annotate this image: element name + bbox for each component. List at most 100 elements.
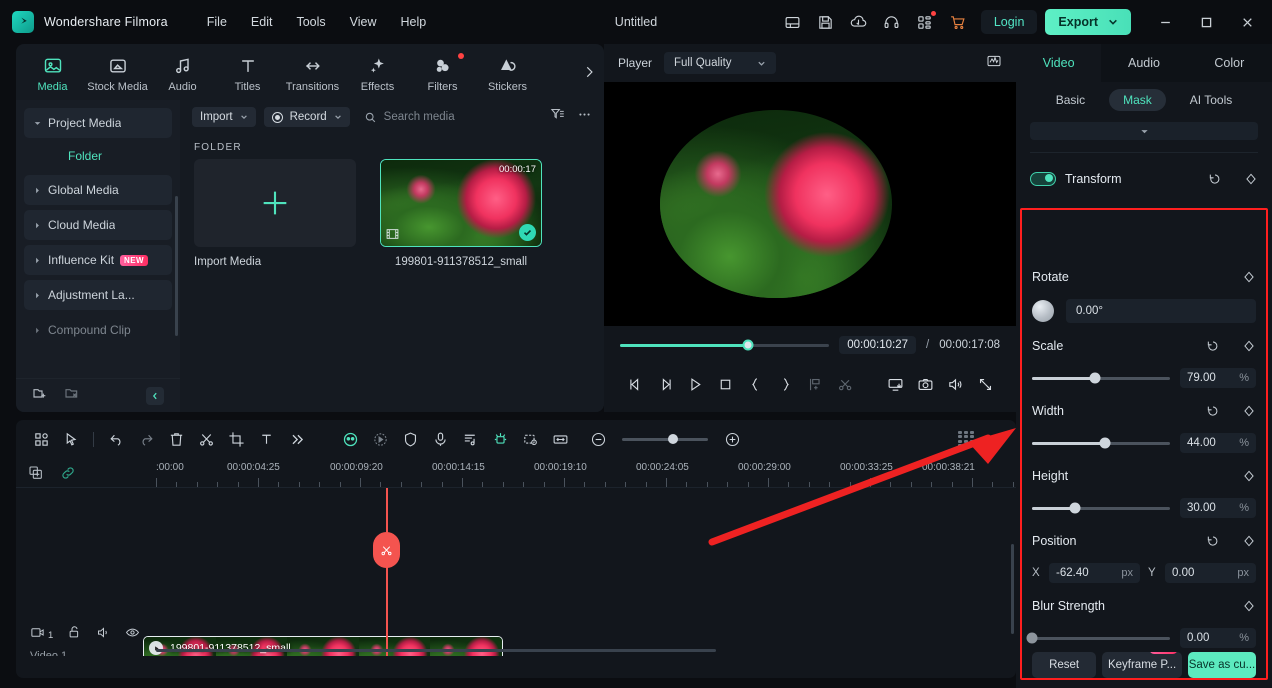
keyframe-diamond-icon[interactable]: [1242, 534, 1256, 548]
green-screen-button[interactable]: [485, 425, 515, 453]
timeline-horizontal-scrollbar[interactable]: [156, 649, 716, 652]
blur-strength-slider[interactable]: [1026, 632, 1170, 644]
motion-tracking-button[interactable]: [365, 425, 395, 453]
subtab-ai-tools[interactable]: AI Tools: [1176, 89, 1246, 111]
sidebar-item-adjustment-layer[interactable]: Adjustment La...: [24, 280, 172, 310]
playhead[interactable]: [373, 488, 400, 656]
position-y-field[interactable]: 0.00 px: [1165, 563, 1256, 583]
mute-icon[interactable]: [96, 625, 111, 645]
minimize-button[interactable]: [1146, 2, 1184, 42]
reset-icon[interactable]: [1206, 534, 1220, 548]
width-value-field[interactable]: 44.00 %: [1180, 433, 1256, 453]
media-clip-cell[interactable]: 00:00:17 199801-911378512_small: [380, 159, 542, 268]
prev-frame-button[interactable]: [620, 369, 650, 399]
import-media-cell[interactable]: Import Media: [194, 159, 356, 268]
tab-titles[interactable]: Titles: [215, 51, 280, 93]
eye-icon[interactable]: [125, 625, 140, 645]
split-button[interactable]: [191, 425, 221, 453]
quality-select[interactable]: Full Quality: [664, 52, 777, 74]
render-options-button[interactable]: [976, 425, 1006, 453]
mask-button[interactable]: [395, 425, 425, 453]
zoom-handle[interactable]: [667, 434, 678, 444]
timeline-vertical-scrollbar[interactable]: [1011, 544, 1014, 634]
redo-button[interactable]: [131, 425, 161, 453]
link-clips-icon[interactable]: [60, 465, 76, 481]
cut-button[interactable]: [830, 369, 860, 399]
fullscreen-button[interactable]: [970, 369, 1000, 399]
filter-icon[interactable]: [550, 107, 565, 127]
search-box[interactable]: [364, 111, 534, 124]
sidebar-item-global-media[interactable]: Global Media: [24, 175, 172, 205]
layout-icon[interactable]: [778, 7, 808, 37]
reset-icon[interactable]: [1206, 404, 1220, 418]
video-preview[interactable]: [604, 82, 1016, 326]
width-slider[interactable]: [1032, 437, 1170, 449]
new-folder-icon[interactable]: [32, 385, 48, 406]
scale-slider[interactable]: [1032, 372, 1170, 384]
menu-help[interactable]: Help: [390, 11, 438, 33]
tabs-next-icon[interactable]: [578, 65, 600, 79]
stop-button[interactable]: [710, 369, 740, 399]
keyframe-diamond-icon[interactable]: [1242, 599, 1256, 613]
height-slider[interactable]: [1032, 502, 1170, 514]
next-frame-button[interactable]: [650, 369, 680, 399]
menu-tools[interactable]: Tools: [285, 11, 336, 33]
export-button[interactable]: Export: [1045, 9, 1131, 35]
tab-audio[interactable]: Audio: [1101, 44, 1187, 82]
save-as-custom-button[interactable]: Save as cu...: [1187, 652, 1257, 678]
scope-toggle-button[interactable]: [986, 53, 1002, 74]
reset-icon[interactable]: [1208, 172, 1222, 186]
auto-reframe-button[interactable]: [515, 425, 545, 453]
seek-handle[interactable]: [742, 339, 754, 351]
audio-mixer-button[interactable]: [455, 425, 485, 453]
ai-smart-button[interactable]: [335, 425, 365, 453]
apps-grid-icon[interactable]: [910, 7, 940, 37]
rotate-value[interactable]: 0.00°: [1066, 299, 1256, 323]
transform-toggle[interactable]: [1030, 171, 1056, 186]
more-options-icon[interactable]: [577, 107, 592, 127]
subtab-mask[interactable]: Mask: [1109, 89, 1166, 111]
add-track-icon[interactable]: [28, 465, 44, 481]
tab-transitions[interactable]: Transitions: [280, 51, 345, 93]
timeline-ruler[interactable]: :00:00 00:00:04:25 00:00:09:20 00:00:14:…: [16, 458, 1016, 488]
sidebar-item-project-media[interactable]: Project Media: [24, 108, 172, 138]
delete-folder-icon[interactable]: [64, 385, 80, 406]
tab-audio[interactable]: Audio: [150, 51, 215, 93]
zoom-in-button[interactable]: [717, 425, 747, 453]
volume-button[interactable]: [940, 369, 970, 399]
import-media-thumb[interactable]: [194, 159, 356, 247]
mark-out-button[interactable]: [770, 369, 800, 399]
maximize-button[interactable]: [1187, 2, 1225, 42]
mark-in-button[interactable]: [740, 369, 770, 399]
tab-stock-media[interactable]: Stock Media: [85, 51, 150, 93]
tab-stickers[interactable]: Stickers: [475, 51, 540, 93]
zoom-out-button[interactable]: [583, 425, 613, 453]
collapse-sidebar-icon[interactable]: [146, 386, 164, 405]
layout-switch-button[interactable]: [26, 425, 56, 453]
select-tool-button[interactable]: [56, 425, 86, 453]
text-tool-button[interactable]: [251, 425, 281, 453]
camera-button[interactable]: [910, 369, 940, 399]
voiceover-button[interactable]: [425, 425, 455, 453]
save-icon[interactable]: [811, 7, 841, 37]
sidebar-scrollbar[interactable]: [175, 196, 178, 336]
crop-button[interactable]: [221, 425, 251, 453]
cloud-upload-icon[interactable]: [844, 7, 874, 37]
keyframe-diamond-icon[interactable]: [1242, 270, 1256, 284]
sidebar-item-compound-clip[interactable]: Compound Clip: [24, 315, 172, 345]
keyframe-diamond-icon[interactable]: [1242, 339, 1256, 353]
subtab-basic[interactable]: Basic: [1042, 89, 1099, 111]
sidebar-item-cloud-media[interactable]: Cloud Media: [24, 210, 172, 240]
keyframe-diamond-icon[interactable]: [1242, 404, 1256, 418]
sidebar-subitem-folder[interactable]: Folder: [24, 143, 172, 169]
tab-media[interactable]: Media: [20, 51, 85, 93]
reset-icon[interactable]: [1206, 339, 1220, 353]
delete-button[interactable]: [161, 425, 191, 453]
zoom-slider[interactable]: [622, 434, 708, 444]
media-clip-thumb[interactable]: 00:00:17: [380, 159, 542, 247]
reset-button[interactable]: Reset: [1032, 652, 1097, 678]
cart-icon[interactable]: [943, 7, 973, 37]
playhead-split-button[interactable]: [373, 532, 400, 568]
tab-filters[interactable]: Filters: [410, 51, 475, 93]
timeline-clip[interactable]: 199801-911378512_small: [143, 636, 503, 656]
